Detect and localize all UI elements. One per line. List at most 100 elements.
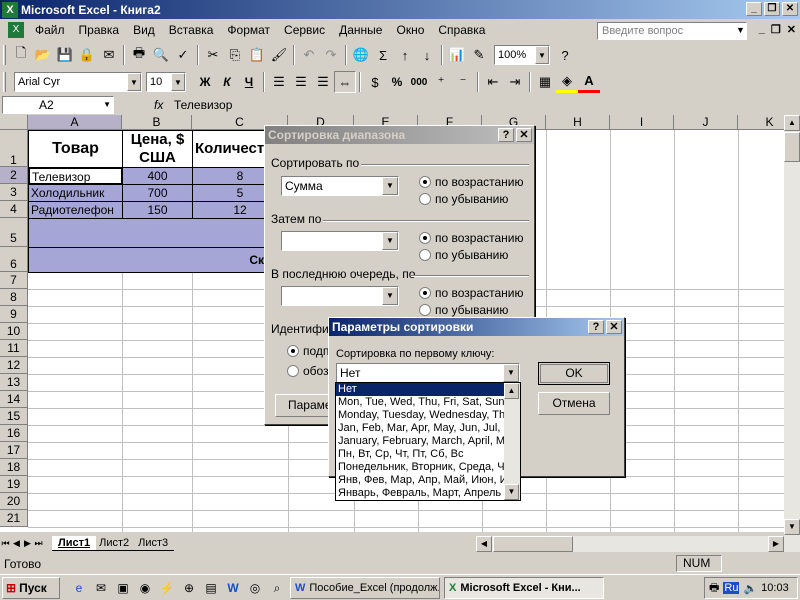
- bold-button[interactable]: Ж: [194, 71, 216, 93]
- list-scrollbar[interactable]: ▲ ▼: [504, 383, 520, 500]
- scroll-left-icon[interactable]: ◀: [476, 536, 492, 552]
- column-header-h[interactable]: H: [546, 115, 610, 130]
- search-icon[interactable]: ⌕: [268, 579, 286, 597]
- redo-icon[interactable]: ↷: [320, 44, 342, 66]
- then-by-desc-radio[interactable]: по убыванию: [419, 248, 508, 262]
- sheet-tab-1[interactable]: Лист1: [52, 536, 97, 551]
- font-size-select[interactable]: 10 ▼: [146, 72, 186, 92]
- column-header-b[interactable]: B: [122, 115, 192, 130]
- font-name-select[interactable]: Arial Cyr ▼: [14, 72, 142, 92]
- menu-edit[interactable]: Правка: [72, 23, 127, 37]
- column-header-i[interactable]: I: [610, 115, 674, 130]
- chevron-down-icon[interactable]: ▼: [382, 287, 398, 305]
- chevron-down-icon[interactable]: ▼: [503, 364, 519, 382]
- row-header-10[interactable]: 10: [0, 323, 28, 340]
- cut-icon[interactable]: ✂: [202, 44, 224, 66]
- chevron-down-icon[interactable]: ▼: [171, 73, 185, 91]
- row-header-5[interactable]: 5: [0, 218, 28, 247]
- row-header-8[interactable]: 8: [0, 289, 28, 306]
- cell-a4[interactable]: Радиотелефон: [28, 201, 123, 219]
- chevron-down-icon[interactable]: ▼: [382, 232, 398, 250]
- increase-indent-icon[interactable]: ⇥: [504, 71, 526, 93]
- close-window-button[interactable]: ✕: [782, 2, 798, 16]
- menu-window[interactable]: Окно: [389, 23, 431, 37]
- sheet-tab-2[interactable]: Лист2: [93, 536, 136, 551]
- cell-b3[interactable]: 700: [122, 184, 193, 202]
- toolbar-grip[interactable]: [3, 45, 6, 65]
- next-sheet-icon[interactable]: ▶: [22, 538, 33, 549]
- list-item[interactable]: Понедельник, Вторник, Среда, Ч: [336, 461, 520, 474]
- align-center-icon[interactable]: ☰: [290, 71, 312, 93]
- save-icon[interactable]: 💾: [54, 44, 76, 66]
- last-sheet-icon[interactable]: ⏭: [33, 538, 44, 549]
- sort-dialog-titlebar[interactable]: Сортировка диапазона ? ✕: [265, 126, 534, 144]
- formula-input[interactable]: Телевизор: [174, 98, 232, 112]
- menu-tools[interactable]: Сервис: [277, 23, 332, 37]
- media-icon[interactable]: ⚡: [158, 579, 176, 597]
- scroll-up-icon[interactable]: ▲: [504, 383, 519, 399]
- sort-by-select[interactable]: Сумма ▼: [281, 176, 399, 196]
- ie-icon[interactable]: e: [70, 579, 88, 597]
- undo-icon[interactable]: ↶: [298, 44, 320, 66]
- toolbar-grip[interactable]: [3, 72, 6, 92]
- font-color-icon[interactable]: A: [578, 71, 600, 93]
- workbook-icon[interactable]: X: [8, 22, 24, 38]
- email-icon[interactable]: ✉: [98, 44, 120, 66]
- horizontal-scrollbar[interactable]: ◀ ▶: [476, 536, 784, 552]
- cell-a3[interactable]: Холодильник: [28, 184, 123, 202]
- increase-decimal-icon[interactable]: ⁺: [430, 71, 452, 93]
- spelling-icon[interactable]: ✓: [172, 44, 194, 66]
- task-word-document[interactable]: W Пособие_Excel (продолж...: [290, 576, 440, 599]
- close-button[interactable]: ✕: [516, 128, 532, 142]
- list-item[interactable]: Январь, Февраль, Март, Апрель: [336, 487, 520, 500]
- list-item[interactable]: January, February, March, April, M: [336, 435, 520, 448]
- list-item[interactable]: Jan, Feb, Mar, Apr, May, Jun, Jul,: [336, 422, 520, 435]
- column-header-k[interactable]: K: [738, 115, 784, 130]
- row-header-19[interactable]: 19: [0, 476, 28, 493]
- menu-insert[interactable]: Вставка: [162, 23, 221, 37]
- doc-close-button[interactable]: ✕: [787, 23, 796, 36]
- print-icon[interactable]: 🖶: [128, 44, 150, 66]
- list-item[interactable]: Нет: [336, 383, 520, 396]
- start-button[interactable]: ⊞ Пуск: [2, 576, 60, 599]
- printer-tray-icon[interactable]: 🖶: [709, 579, 719, 598]
- task-excel[interactable]: X Microsoft Excel - Кни...: [444, 576, 604, 599]
- help-button[interactable]: ?: [588, 320, 604, 334]
- row-header-12[interactable]: 12: [0, 357, 28, 374]
- browser-icon[interactable]: ◉: [136, 579, 154, 597]
- menu-format[interactable]: Формат: [220, 23, 277, 37]
- then-by-asc-radio[interactable]: по возрастанию: [419, 231, 524, 245]
- hscroll-thumb[interactable]: [493, 536, 573, 552]
- new-icon[interactable]: 🗋: [10, 44, 32, 66]
- row-header-4[interactable]: 4: [0, 201, 28, 218]
- sort-asc-icon[interactable]: ↑: [394, 44, 416, 66]
- options-dialog-titlebar[interactable]: Параметры сортировки ? ✕: [329, 318, 624, 336]
- language-indicator[interactable]: Ru: [723, 582, 740, 594]
- italic-button[interactable]: К: [216, 71, 238, 93]
- app-icon[interactable]: ◎: [246, 579, 264, 597]
- column-header-a[interactable]: A: [28, 115, 122, 130]
- row-header-9[interactable]: 9: [0, 306, 28, 323]
- desktop-icon[interactable]: ▣: [114, 579, 132, 597]
- prev-sheet-icon[interactable]: ◀: [11, 538, 22, 549]
- cell-row6-discount[interactable]: Скидк: [28, 247, 288, 273]
- chevron-down-icon[interactable]: ▼: [103, 97, 111, 113]
- merge-center-icon[interactable]: ⇔: [334, 71, 356, 93]
- hyperlink-icon[interactable]: 🌐: [350, 44, 372, 66]
- cell-row5-total[interactable]: Ито: [28, 218, 288, 248]
- print-preview-icon[interactable]: 🔍: [150, 44, 172, 66]
- menu-data[interactable]: Данные: [332, 23, 389, 37]
- last-by-select[interactable]: ▼: [281, 286, 399, 306]
- vertical-scrollbar[interactable]: ▲ ▼: [784, 115, 800, 552]
- chevron-down-icon[interactable]: ▼: [382, 177, 398, 195]
- identify-labels-radio[interactable]: подп: [287, 344, 329, 358]
- paste-icon[interactable]: 📋: [246, 44, 268, 66]
- close-button[interactable]: ✕: [606, 320, 622, 334]
- scroll-down-icon[interactable]: ▼: [784, 519, 800, 535]
- chart-wizard-icon[interactable]: 📊: [446, 44, 468, 66]
- permission-icon[interactable]: 🔒: [76, 44, 98, 66]
- drawing-icon[interactable]: ✎: [468, 44, 490, 66]
- last-by-desc-radio[interactable]: по убыванию: [419, 303, 508, 317]
- chevron-down-icon[interactable]: ▼: [535, 46, 549, 64]
- format-painter-icon[interactable]: 🖌: [268, 44, 290, 66]
